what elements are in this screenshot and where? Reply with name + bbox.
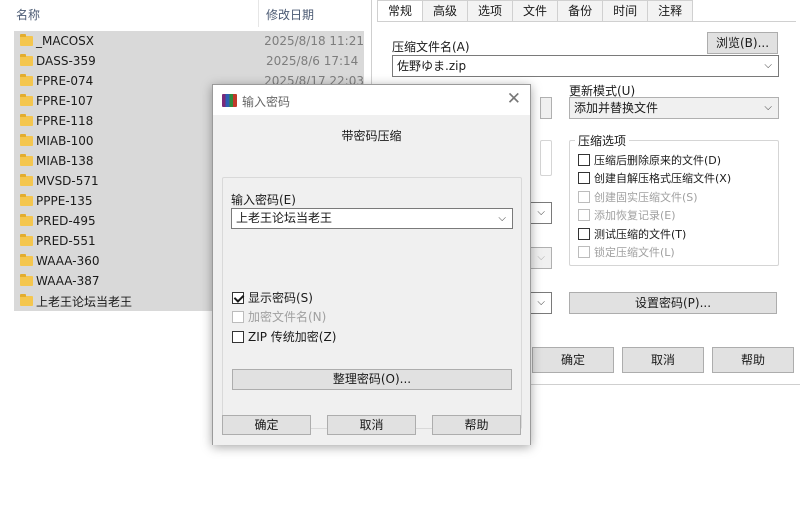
dialog-cancel-button[interactable]: 取消: [327, 415, 416, 435]
password-label: 输入密码(E): [231, 193, 296, 207]
tab-general[interactable]: 常规: [377, 0, 424, 22]
folder-icon: [20, 294, 33, 306]
file-date: 2025/8/6 17:14: [266, 54, 359, 68]
help-button[interactable]: 帮助: [712, 347, 794, 373]
tab-backup[interactable]: 备份: [558, 0, 604, 22]
checkbox: [578, 246, 590, 258]
file-row[interactable]: DASS-359 2025/8/6 17:14: [14, 51, 364, 71]
option-label: 显示密码(S): [248, 291, 313, 305]
tab-comment[interactable]: 注释: [648, 0, 694, 22]
file-name: DASS-359: [36, 54, 96, 68]
update-mode-select[interactable]: 添加并替换文件 ⌵: [569, 97, 779, 119]
file-row[interactable]: _MACOSX 2025/8/18 11:21: [14, 31, 364, 51]
checkbox: [232, 310, 244, 323]
set-password-button[interactable]: 设置密码(P)...: [569, 292, 777, 314]
folder-icon: [20, 174, 33, 186]
chevron-down-icon[interactable]: ⌵: [498, 209, 506, 228]
option-lock-archive: 锁定压缩文件(L): [578, 244, 675, 260]
column-divider[interactable]: [258, 0, 259, 27]
tab-bar: 常规 高级 选项 文件 备份 时间 注释: [377, 0, 694, 22]
checkbox: [578, 209, 590, 221]
folder-icon: [20, 34, 33, 46]
folder-icon: [20, 234, 33, 246]
archive-name-field[interactable]: 佐野ゆま.zip ⌵: [392, 55, 779, 77]
folder-icon: [20, 154, 33, 166]
browse-button[interactable]: 浏览(B)...: [707, 32, 778, 54]
profile-combo-edge[interactable]: [540, 97, 552, 119]
dialog-heading: 带密码压缩: [341, 129, 402, 143]
option-label: 创建自解压格式压缩文件(X): [594, 172, 732, 185]
folder-icon: [20, 194, 33, 206]
update-mode-value: 添加并替换文件: [574, 101, 659, 115]
archive-name-label: 压缩文件名(A): [392, 40, 470, 54]
option-label: 锁定压缩文件(L): [594, 246, 675, 259]
archive-format-group-edge: [540, 140, 552, 176]
dialog-ok-button[interactable]: 确定: [222, 415, 311, 435]
option-label: 创建固实压缩文件(S): [594, 191, 698, 204]
checkbox[interactable]: [578, 172, 590, 184]
chevron-down-icon[interactable]: ⌵: [764, 98, 772, 118]
file-date: 2025/8/18 11:21: [264, 34, 364, 48]
dialog-title: 输入密码: [242, 95, 291, 109]
show-password-checkbox[interactable]: 显示密码(S): [232, 289, 313, 306]
file-name: _MACOSX: [36, 34, 95, 48]
folder-icon: [20, 54, 33, 66]
option-delete-after[interactable]: 压缩后删除原来的文件(D): [578, 152, 721, 168]
chevron-down-icon[interactable]: ⌵: [537, 203, 545, 223]
chevron-down-icon[interactable]: ⌵: [537, 293, 545, 313]
zip-legacy-encryption-checkbox[interactable]: ZIP 传统加密(Z): [232, 328, 336, 345]
organize-passwords-button[interactable]: 整理密码(O)...: [232, 369, 512, 390]
chevron-down-icon[interactable]: ⌵: [764, 56, 772, 76]
folder-icon: [20, 94, 33, 106]
winrar-app-icon: [222, 94, 237, 107]
folder-icon: [20, 214, 33, 226]
option-create-sfx[interactable]: 创建自解压格式压缩文件(X): [578, 170, 731, 186]
encrypt-filenames-checkbox: 加密文件名(N): [232, 308, 326, 325]
column-header-date[interactable]: 修改日期: [266, 6, 314, 23]
option-label: ZIP 传统加密(Z): [248, 330, 337, 344]
tab-options[interactable]: 选项: [468, 0, 514, 22]
option-test-files[interactable]: 测试压缩的文件(T): [578, 226, 686, 242]
dialog-body: 带密码压缩 输入密码(E) 上老王论坛当老王 ⌵ 显示密码(S) 加密文件名(N…: [213, 115, 530, 445]
option-solid-archive: 创建固实压缩文件(S): [578, 189, 698, 205]
sort-indicator: ^: [128, 0, 136, 5]
folder-icon: [20, 74, 33, 86]
ok-button[interactable]: 确定: [532, 347, 614, 373]
cancel-button[interactable]: 取消: [622, 347, 704, 373]
tab-time[interactable]: 时间: [603, 0, 649, 22]
tab-advanced[interactable]: 高级: [423, 0, 469, 22]
checkbox[interactable]: [232, 330, 244, 343]
folder-icon: [20, 114, 33, 126]
dialog-titlebar[interactable]: 输入密码 ✕: [213, 85, 530, 115]
folder-icon: [20, 134, 33, 146]
option-recovery-record: 添加恢复记录(E): [578, 207, 676, 223]
password-value: 上老王论坛当老王: [236, 211, 333, 225]
folder-icon: [20, 274, 33, 286]
tab-files[interactable]: 文件: [513, 0, 559, 22]
checkbox: [578, 191, 590, 203]
checkbox[interactable]: [232, 291, 244, 304]
password-input[interactable]: 上老王论坛当老王 ⌵: [231, 208, 513, 229]
close-icon[interactable]: ✕: [507, 89, 521, 109]
option-label: 测试压缩的文件(T): [594, 228, 687, 241]
option-label: 添加恢复记录(E): [594, 209, 676, 222]
column-header-name[interactable]: 名称: [16, 6, 40, 23]
checkbox[interactable]: [578, 154, 590, 166]
chevron-down-icon[interactable]: ⌵: [537, 248, 545, 268]
password-dialog: 输入密码 ✕ 带密码压缩 输入密码(E) 上老王论坛当老王 ⌵ 显示密码(S) …: [212, 84, 531, 445]
checkbox[interactable]: [578, 228, 590, 240]
option-label: 加密文件名(N): [248, 310, 327, 324]
folder-icon: [20, 254, 33, 266]
archive-name-value: 佐野ゆま.zip: [397, 59, 467, 73]
option-label: 压缩后删除原来的文件(D): [594, 154, 722, 167]
dialog-help-button[interactable]: 帮助: [432, 415, 521, 435]
compression-options-title: 压缩选项: [575, 132, 630, 149]
